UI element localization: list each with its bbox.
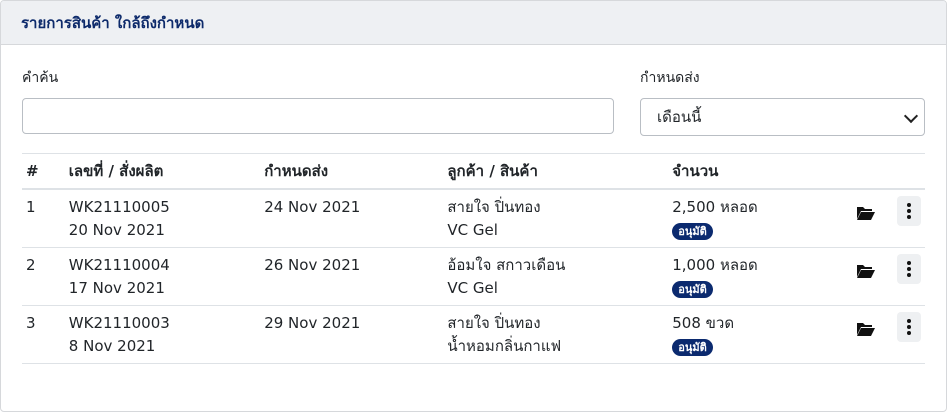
order-number: WK21110003	[68, 313, 170, 332]
row-index: 3	[26, 313, 36, 332]
row-index: 1	[26, 198, 36, 216]
due-filter-select[interactable]: เดือนนี้	[640, 98, 925, 136]
order-date: 20 Nov 2021	[68, 221, 165, 239]
due-products-card: รายการสินค้า ใกล้ถึงกำหนด คำค้น กำหนดส่ง…	[0, 0, 947, 412]
customer-name: อ้อมใจ สกาวเดือน	[447, 255, 566, 274]
more-actions-button[interactable]	[897, 253, 922, 284]
row-index: 2	[26, 255, 36, 274]
chevron-down-icon	[903, 108, 919, 124]
status-badge: อนุมัติ	[672, 280, 713, 298]
folder-open-icon[interactable]	[857, 322, 876, 336]
table-row: 3 WK21110003 8 Nov 2021 29 Nov 2021 สายใ…	[22, 305, 925, 364]
quantity: 508 ขวด	[672, 313, 735, 332]
due-products-table: # เลขที่ / สั่งผลิต กำหนดส่ง ลูกค้า / สิ…	[22, 153, 925, 364]
header-quantity: จำนวน	[672, 153, 844, 190]
due-date: 26 Nov 2021	[264, 255, 361, 274]
customer-name: สายใจ ปิ่นทอง	[447, 198, 541, 216]
due-date: 24 Nov 2021	[264, 198, 361, 216]
order-date: 8 Nov 2021	[68, 336, 156, 355]
folder-open-icon[interactable]	[857, 264, 876, 278]
header-actions	[843, 153, 925, 190]
card-title: รายการสินค้า ใกล้ถึงกำหนด	[21, 13, 205, 32]
due-date: 29 Nov 2021	[264, 313, 361, 332]
due-filter-label: กำหนดส่ง	[640, 70, 700, 86]
search-label: คำค้น	[22, 70, 59, 86]
status-badge: อนุมัติ	[672, 338, 713, 356]
more-actions-button[interactable]	[897, 311, 922, 342]
header-customer: ลูกค้า / สินค้า	[447, 153, 673, 190]
status-badge: อนุมัติ	[672, 223, 713, 240]
product-name: VC Gel	[447, 221, 498, 239]
product-name: VC Gel	[447, 278, 498, 297]
header-index: #	[22, 153, 69, 190]
order-number: WK21110005	[68, 198, 170, 216]
header-order: เลขที่ / สั่งผลิต	[68, 153, 265, 190]
table-header-row: # เลขที่ / สั่งผลิต กำหนดส่ง ลูกค้า / สิ…	[22, 153, 925, 190]
folder-open-icon[interactable]	[857, 206, 876, 220]
customer-name: สายใจ ปิ่นทอง	[447, 313, 541, 332]
order-date: 17 Nov 2021	[68, 278, 165, 297]
quantity: 1,000 หลอด	[672, 255, 758, 274]
more-actions-button[interactable]	[897, 196, 922, 226]
header-due: กำหนดส่ง	[264, 153, 448, 190]
card-header: รายการสินค้า ใกล้ถึงกำหนด	[1, 1, 946, 45]
due-filter-value: เดือนนี้	[657, 108, 702, 126]
search-input[interactable]	[22, 98, 614, 134]
table-row: 2 WK21110004 17 Nov 2021 26 Nov 2021 อ้อ…	[22, 247, 925, 306]
product-name: น้ำหอมกลิ่นกาแฟ	[447, 336, 562, 355]
table-row: 1 WK21110005 20 Nov 2021 24 Nov 2021 สาย…	[22, 189, 925, 248]
order-number: WK21110004	[68, 255, 170, 274]
quantity: 2,500 หลอด	[672, 198, 758, 216]
